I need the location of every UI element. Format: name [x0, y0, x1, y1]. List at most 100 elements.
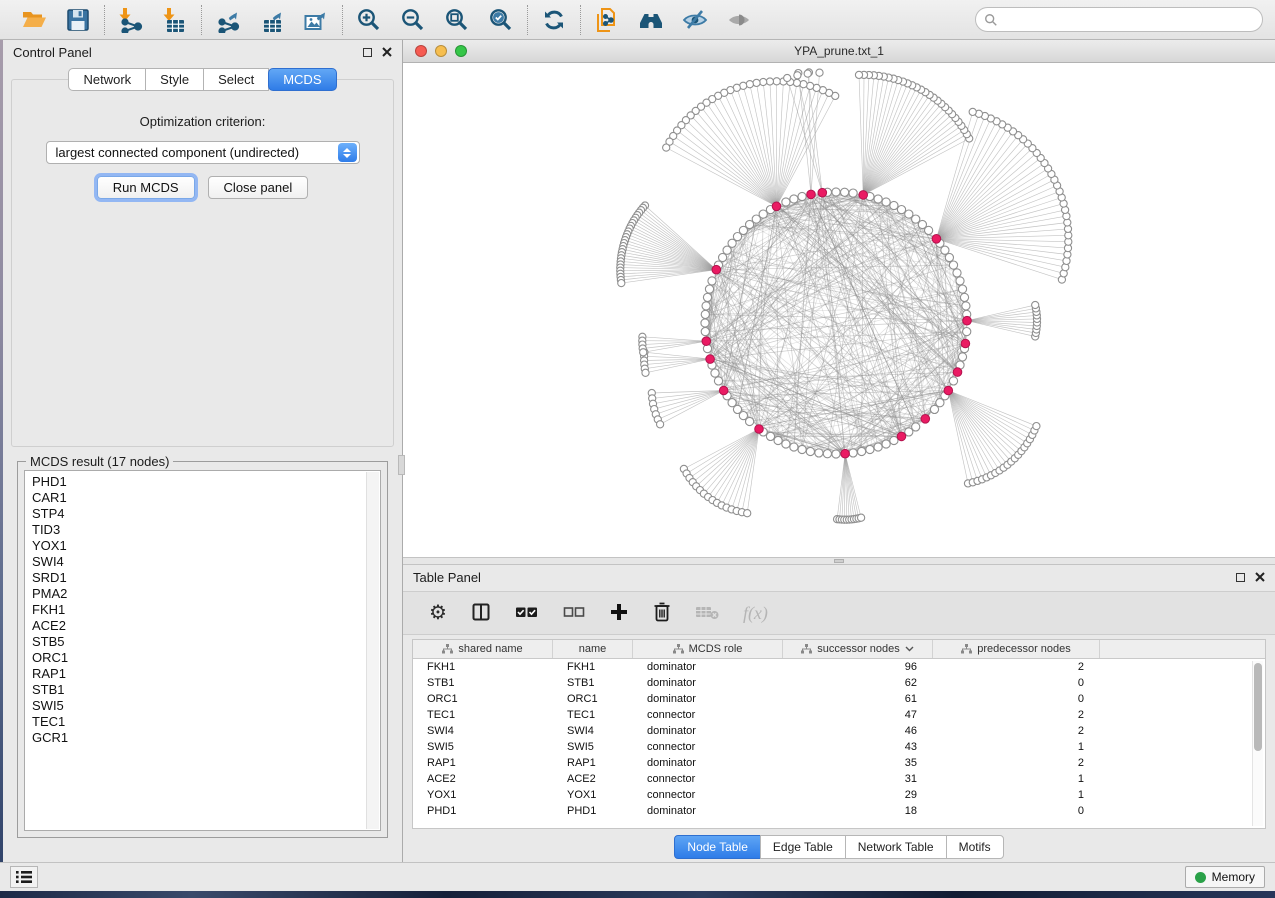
clone-network-button[interactable]	[591, 4, 623, 36]
refresh-button[interactable]	[538, 4, 570, 36]
run-mcds-button[interactable]: Run MCDS	[97, 176, 195, 199]
mcds-hub-node[interactable]	[963, 316, 972, 325]
zoom-out-button[interactable]	[397, 4, 429, 36]
task-history-button[interactable]	[10, 866, 38, 888]
mcds-result-item[interactable]: SWI4	[32, 554, 380, 570]
table-row[interactable]: SWI5SWI5connector431	[413, 739, 1265, 755]
mcds-result-item[interactable]: CAR1	[32, 490, 380, 506]
mcds-hub-node[interactable]	[921, 415, 930, 424]
table-row[interactable]: ACE2ACE2connector311	[413, 771, 1265, 787]
memory-button[interactable]: Memory	[1185, 866, 1265, 888]
export-network-button[interactable]	[212, 4, 244, 36]
tab-node-table[interactable]: Node Table	[674, 835, 761, 859]
mcds-result-item[interactable]: STP4	[32, 506, 380, 522]
mcds-hub-node[interactable]	[859, 191, 868, 200]
mcds-hub-node[interactable]	[772, 202, 781, 211]
column-header-shared-name[interactable]: shared name	[413, 640, 553, 658]
table-row[interactable]: FKH1FKH1dominator962	[413, 659, 1265, 675]
mcds-hub-node[interactable]	[944, 386, 953, 395]
mcds-hub-node[interactable]	[755, 425, 764, 434]
tab-mcds[interactable]: MCDS	[268, 68, 336, 91]
mcds-result-list[interactable]: PHD1CAR1STP4TID3YOX1SWI4SRD1PMA2FKH1ACE2…	[24, 470, 381, 831]
zoom-selected-button[interactable]	[485, 4, 517, 36]
table-scrollbar[interactable]	[1252, 661, 1263, 826]
add-row-button[interactable]	[609, 598, 629, 628]
mcds-result-item[interactable]: TEC1	[32, 714, 380, 730]
settings-button[interactable]: ⚙	[429, 598, 447, 628]
mcds-result-item[interactable]: SRD1	[32, 570, 380, 586]
import-network-button[interactable]	[115, 4, 147, 36]
mcds-hub-node[interactable]	[719, 386, 728, 395]
mcds-result-item[interactable]: FKH1	[32, 602, 380, 618]
import-table-button[interactable]	[159, 4, 191, 36]
mcds-result-item[interactable]: ORC1	[32, 650, 380, 666]
float-panel-icon[interactable]	[363, 48, 372, 57]
open-file-button[interactable]	[18, 4, 50, 36]
save-session-button[interactable]	[62, 4, 94, 36]
close-table-panel-icon[interactable]	[1255, 572, 1265, 582]
mcds-result-item[interactable]: STB5	[32, 634, 380, 650]
close-window-icon[interactable]	[415, 45, 427, 57]
mcds-result-item[interactable]: PMA2	[32, 586, 380, 602]
tab-motifs[interactable]: Motifs	[946, 835, 1004, 859]
deselect-all-button[interactable]	[563, 598, 585, 628]
mcds-hub-node[interactable]	[961, 339, 970, 348]
vertical-splitter-grip[interactable]	[398, 455, 405, 475]
close-panel-icon[interactable]	[382, 47, 392, 57]
table-row[interactable]: ORC1ORC1dominator610	[413, 691, 1265, 707]
network-canvas[interactable]	[403, 63, 1275, 557]
mcds-hub-node[interactable]	[953, 368, 962, 377]
maximize-window-icon[interactable]	[455, 45, 467, 57]
mcds-hub-node[interactable]	[818, 188, 827, 197]
horizontal-splitter[interactable]	[403, 557, 1275, 565]
mcds-result-item[interactable]: TID3	[32, 522, 380, 538]
horizontal-splitter-grip[interactable]	[834, 559, 844, 563]
select-all-button[interactable]	[515, 598, 539, 628]
mcds-result-item[interactable]: GCR1	[32, 730, 380, 746]
mcds-result-item[interactable]: PHD1	[32, 474, 380, 490]
network-graph[interactable]	[403, 63, 1275, 557]
table-row[interactable]: SWI4SWI4dominator462	[413, 723, 1265, 739]
zoom-in-button[interactable]	[353, 4, 385, 36]
tab-edge-table[interactable]: Edge Table	[760, 835, 846, 859]
show-all-button[interactable]	[723, 4, 755, 36]
mcds-result-item[interactable]: YOX1	[32, 538, 380, 554]
minimize-window-icon[interactable]	[435, 45, 447, 57]
column-header-name[interactable]: name	[553, 640, 633, 658]
table-row[interactable]: PHD1PHD1dominator180	[413, 803, 1265, 819]
column-header-successor-nodes[interactable]: successor nodes	[783, 640, 933, 658]
tab-select[interactable]: Select	[203, 68, 269, 91]
table-scrollbar-thumb[interactable]	[1254, 663, 1262, 751]
search-input[interactable]	[998, 10, 1262, 30]
hide-selected-button[interactable]	[679, 4, 711, 36]
criterion-dropdown[interactable]: largest connected component (undirected)	[46, 141, 360, 164]
mcds-hub-node[interactable]	[712, 265, 721, 274]
tab-network[interactable]: Network	[68, 68, 146, 91]
mcds-hub-node[interactable]	[702, 337, 711, 346]
export-image-button[interactable]	[300, 4, 332, 36]
split-columns-button[interactable]	[471, 598, 491, 628]
table-row[interactable]: TEC1TEC1connector472	[413, 707, 1265, 723]
export-table-button[interactable]	[256, 4, 288, 36]
zoom-fit-button[interactable]	[441, 4, 473, 36]
table-row[interactable]: STB1STB1dominator620	[413, 675, 1265, 691]
table-row[interactable]: RAP1RAP1dominator352	[413, 755, 1265, 771]
delete-row-button[interactable]	[653, 598, 671, 628]
mcds-result-item[interactable]: RAP1	[32, 666, 380, 682]
result-scrollbar[interactable]	[366, 472, 379, 829]
mcds-result-item[interactable]: STB1	[32, 682, 380, 698]
search-box[interactable]	[975, 7, 1263, 32]
mcds-hub-node[interactable]	[841, 449, 850, 458]
column-header-predecessor-nodes[interactable]: predecessor nodes	[933, 640, 1100, 658]
close-panel-button[interactable]: Close panel	[208, 176, 309, 199]
mcds-hub-node[interactable]	[932, 235, 941, 244]
mcds-result-item[interactable]: ACE2	[32, 618, 380, 634]
mcds-result-item[interactable]: SWI5	[32, 698, 380, 714]
mcds-hub-node[interactable]	[706, 355, 715, 364]
mcds-hub-node[interactable]	[897, 432, 906, 441]
float-table-panel-icon[interactable]	[1236, 573, 1245, 582]
tab-network-table[interactable]: Network Table	[845, 835, 947, 859]
column-header-MCDS-role[interactable]: MCDS role	[633, 640, 783, 658]
network-window-titlebar[interactable]: YPA_prune.txt_1	[403, 40, 1275, 63]
table-row[interactable]: YOX1YOX1connector291	[413, 787, 1265, 803]
